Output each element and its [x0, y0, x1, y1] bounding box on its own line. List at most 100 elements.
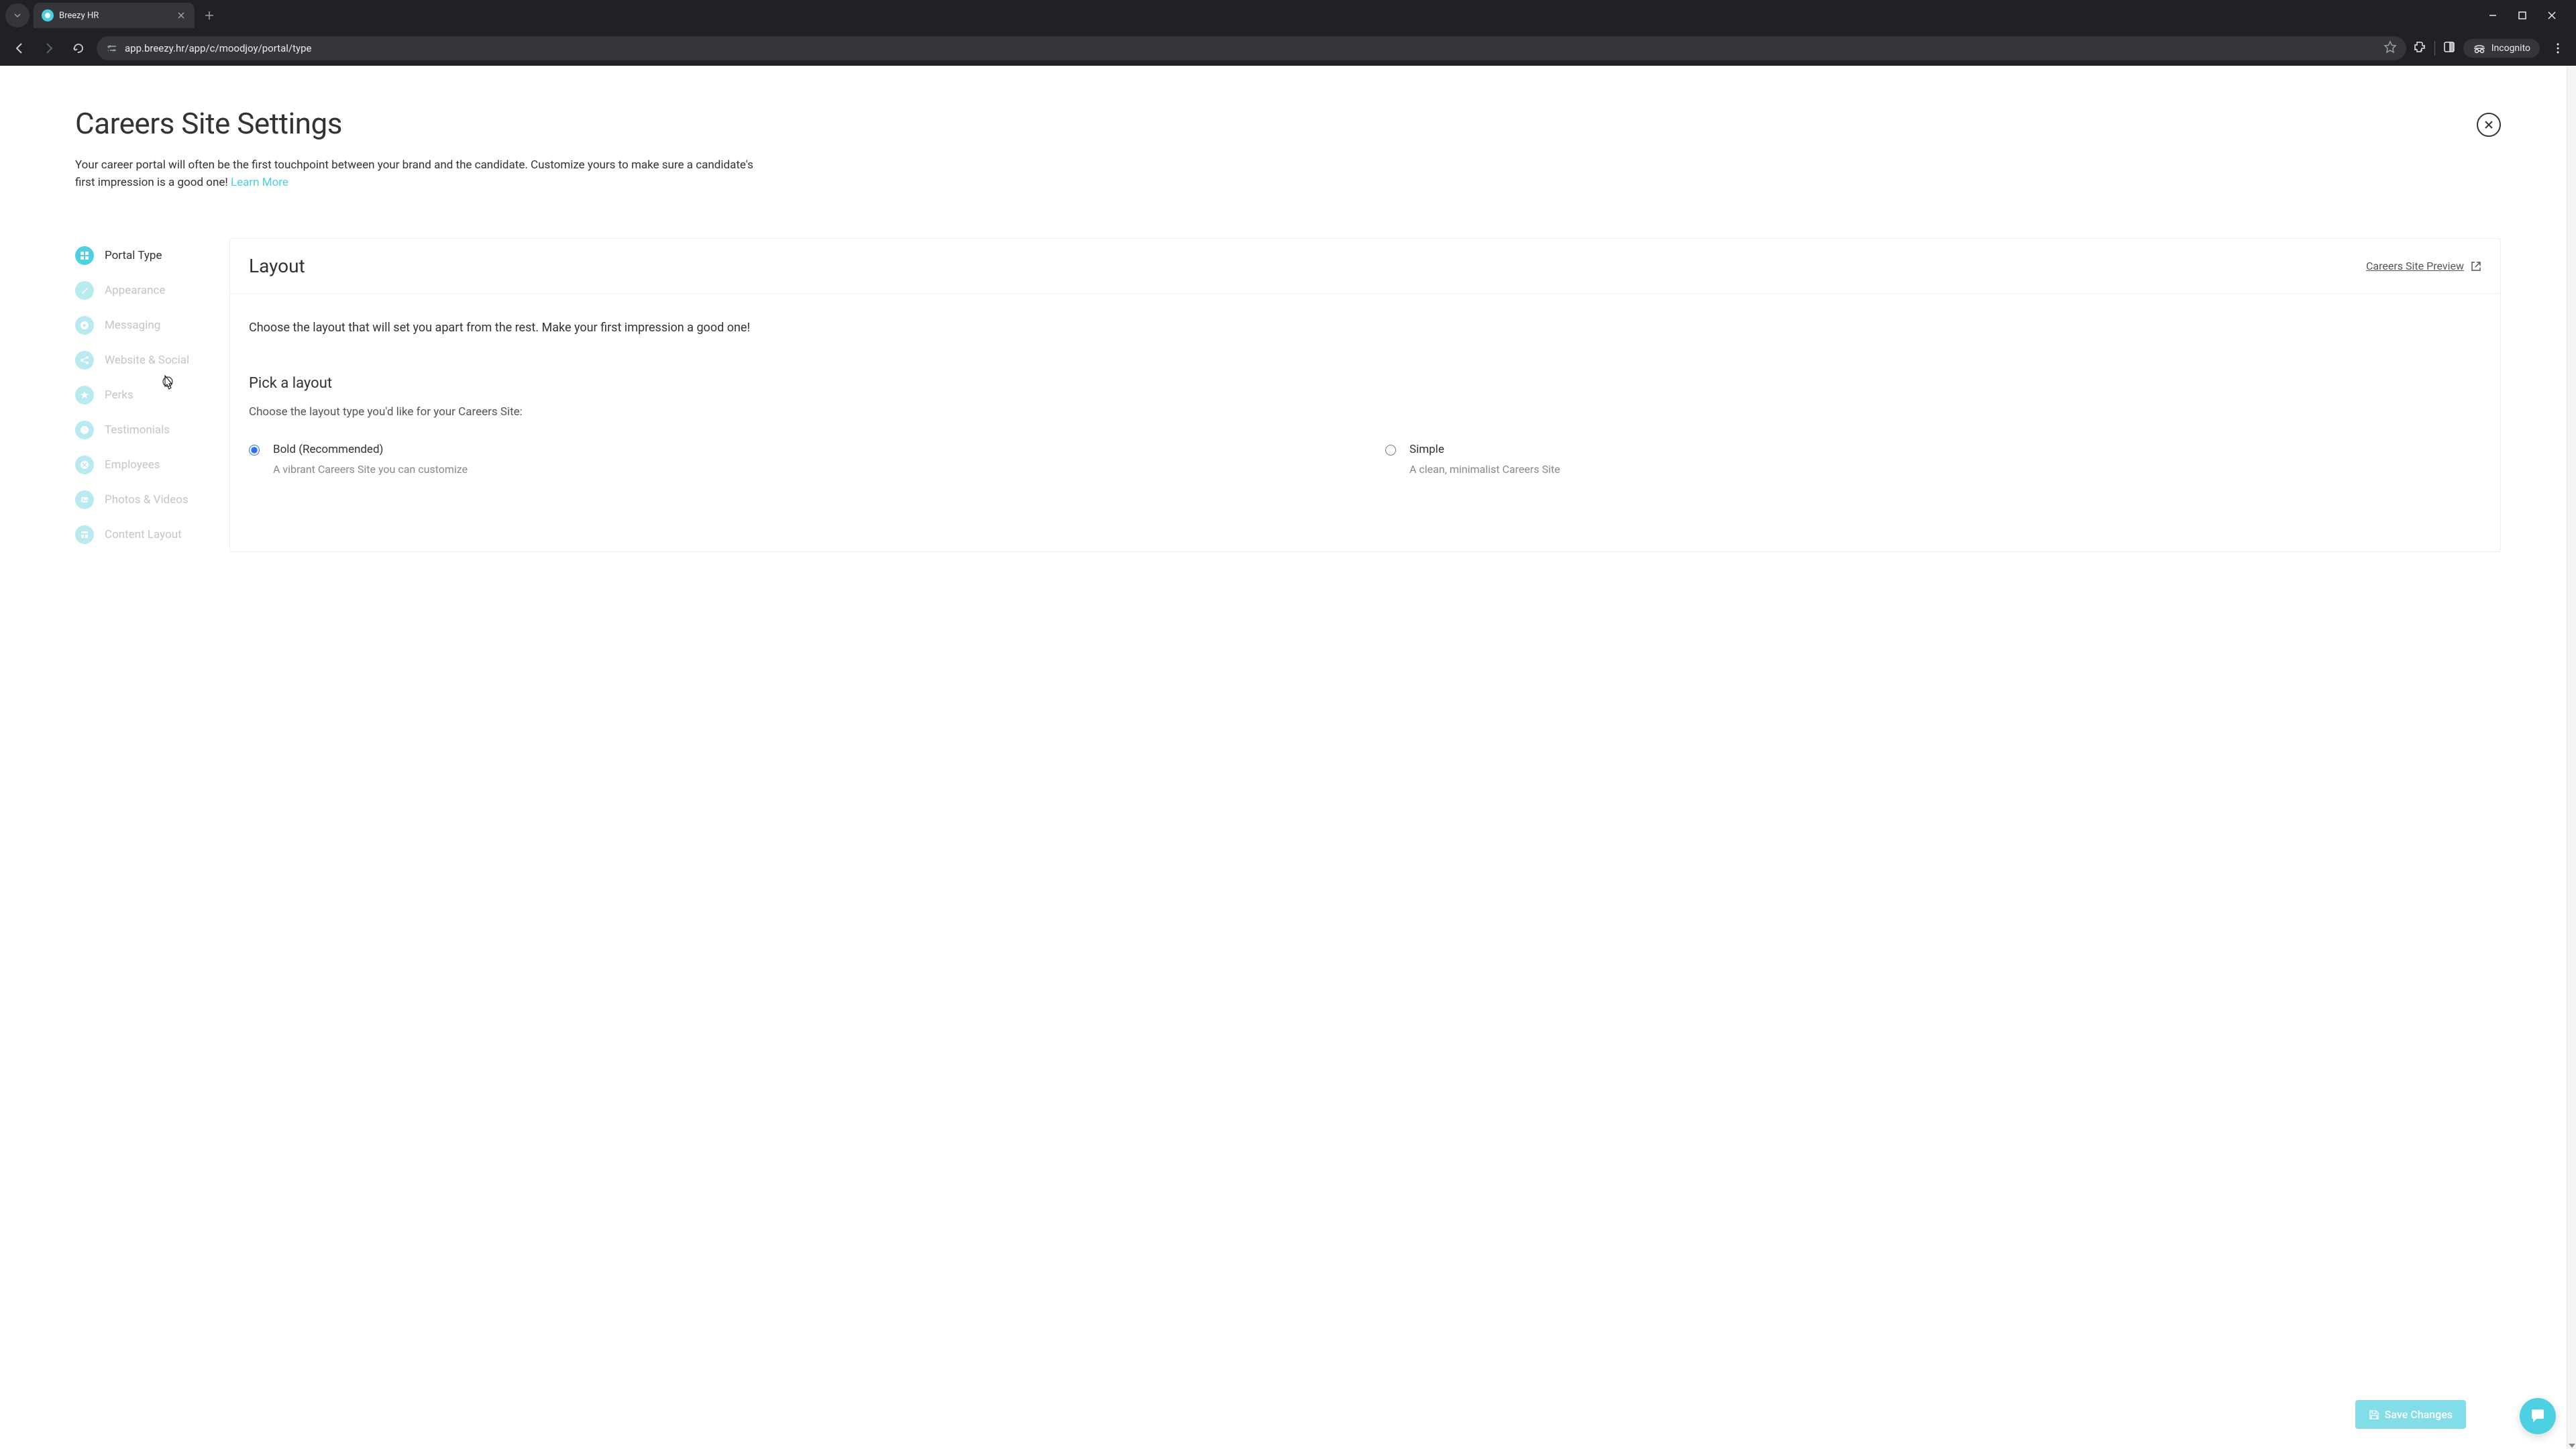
layout-icon: [75, 525, 94, 544]
nav-website-social[interactable]: Website & Social: [75, 343, 229, 378]
settings-container: Portal Type Appearance Messaging Website…: [75, 238, 2501, 552]
dots-vertical-icon: [2557, 43, 2559, 54]
nav-item-label: Appearance: [105, 284, 165, 297]
app-content: Careers Site Settings Your career portal…: [0, 66, 2576, 1449]
bookmark-button[interactable]: [2383, 40, 2397, 56]
panel-title: Layout: [249, 255, 305, 277]
new-tab-button[interactable]: [200, 6, 219, 25]
option-title: Bold (Recommended): [273, 443, 468, 456]
nav-employees[interactable]: Employees: [75, 447, 229, 482]
nav-item-label: Content Layout: [105, 528, 182, 541]
incognito-label: Incognito: [2491, 43, 2530, 54]
nav-item-label: Website & Social: [105, 354, 189, 367]
scroll-arrow-down-icon: [2569, 1444, 2575, 1448]
careers-site-preview-link[interactable]: Careers Site Preview: [2366, 260, 2481, 272]
browser-menu-button[interactable]: [2548, 38, 2568, 58]
tab-close-button[interactable]: [176, 10, 186, 21]
chevron-down-icon: [13, 11, 21, 19]
quote-icon: ": [75, 421, 94, 439]
chat-icon: [2528, 1407, 2547, 1426]
maximize-button[interactable]: [2514, 7, 2530, 23]
option-title: Simple: [1409, 443, 1560, 456]
nav-content-layout[interactable]: Content Layout: [75, 517, 229, 552]
url-text: app.breezy.hr/app/c/moodjoy/portal/type: [125, 42, 2377, 54]
option-desc: A clean, minimalist Careers Site: [1409, 463, 1560, 476]
save-label: Save Changes: [2385, 1408, 2453, 1421]
window-controls: [2485, 7, 2571, 23]
panel-description: Choose the layout that will set you apar…: [249, 321, 2481, 335]
option-desc: A vibrant Careers Site you can customize: [273, 463, 468, 476]
close-icon: [2547, 11, 2557, 20]
learn-more-link[interactable]: Learn More: [231, 176, 288, 189]
minimize-button[interactable]: [2485, 7, 2501, 23]
close-icon: [2484, 120, 2493, 129]
extensions-button[interactable]: [2413, 40, 2426, 56]
sidepanel-icon: [2443, 41, 2455, 53]
url-bar[interactable]: app.breezy.hr/app/c/moodjoy/portal/type: [97, 36, 2406, 60]
arrow-right-icon: [42, 42, 56, 55]
subtitle-text: Your career portal will often be the fir…: [75, 158, 753, 189]
plus-icon: [205, 11, 214, 20]
reload-icon: [72, 42, 85, 54]
nav-forward-button[interactable]: [38, 37, 60, 60]
page-title: Careers Site Settings: [75, 106, 2501, 141]
puzzle-icon: [2413, 40, 2426, 54]
grid-icon: [75, 246, 94, 265]
nav-appearance[interactable]: Appearance: [75, 273, 229, 308]
page-header: Careers Site Settings Your career portal…: [75, 106, 2501, 191]
close-settings-button[interactable]: [2477, 113, 2501, 137]
toolbar-right: Incognito: [2413, 38, 2568, 58]
chat-widget-button[interactable]: [2520, 1398, 2556, 1434]
incognito-badge[interactable]: Incognito: [2463, 39, 2540, 58]
main-panel: Layout Careers Site Preview Choose the l…: [229, 238, 2501, 552]
section-title: Pick a layout: [249, 375, 2481, 392]
settings-nav: Portal Type Appearance Messaging Website…: [75, 238, 229, 552]
brush-icon: [75, 281, 94, 300]
layout-option-bold[interactable]: Bold (Recommended) A vibrant Careers Sit…: [249, 443, 1345, 476]
page-scrollbar[interactable]: [2567, 66, 2576, 1449]
browser-chrome: Breezy HR: [0, 0, 2576, 66]
tab-bar: Breezy HR: [0, 0, 2576, 31]
radio-simple[interactable]: [1385, 445, 1396, 455]
browser-tab[interactable]: Breezy HR: [34, 3, 195, 28]
incognito-icon: [2473, 43, 2486, 54]
panel-body: Choose the layout that will set you apar…: [230, 294, 2500, 502]
nav-item-label: Messaging: [105, 319, 160, 332]
preview-link-label: Careers Site Preview: [2366, 260, 2464, 272]
layout-options: Bold (Recommended) A vibrant Careers Sit…: [249, 443, 2481, 476]
nav-back-button[interactable]: [8, 37, 31, 60]
nav-portal-type[interactable]: Portal Type: [75, 238, 229, 273]
nav-item-label: Employees: [105, 458, 160, 472]
nav-messaging[interactable]: Messaging: [75, 308, 229, 343]
site-settings-icon[interactable]: [106, 42, 118, 54]
minimize-icon: [2488, 11, 2498, 20]
image-icon: [75, 490, 94, 509]
panel-header: Layout Careers Site Preview: [230, 239, 2500, 294]
save-changes-button[interactable]: Save Changes: [2355, 1400, 2466, 1429]
nav-perks[interactable]: Perks: [75, 378, 229, 413]
window-close-button[interactable]: [2544, 7, 2560, 23]
nav-item-label: Portal Type: [105, 249, 162, 262]
maximize-icon: [2518, 11, 2526, 19]
close-icon: [178, 12, 184, 19]
star-icon: [75, 386, 94, 405]
page-subtitle: Your career portal will often be the fir…: [75, 157, 766, 191]
favicon-icon: [42, 9, 54, 21]
tab-search-dropdown[interactable]: [5, 3, 30, 28]
reload-button[interactable]: [67, 37, 90, 60]
address-bar-row: app.breezy.hr/app/c/moodjoy/portal/type …: [0, 31, 2576, 66]
toolbar-divider: [2434, 41, 2435, 56]
nav-item-label: Perks: [105, 388, 133, 402]
save-icon: [2369, 1409, 2379, 1420]
play-icon: [75, 316, 94, 335]
section-subtitle: Choose the layout type you'd like for yo…: [249, 405, 2481, 419]
side-panel-button[interactable]: [2443, 41, 2455, 56]
nav-photos-videos[interactable]: Photos & Videos: [75, 482, 229, 517]
radio-bold[interactable]: [249, 445, 260, 455]
tab-title: Breezy HR: [59, 11, 170, 21]
nav-testimonials[interactable]: " Testimonials: [75, 413, 229, 447]
employees-icon: [75, 455, 94, 474]
layout-option-simple[interactable]: Simple A clean, minimalist Careers Site: [1385, 443, 2481, 476]
star-icon: [2383, 40, 2397, 54]
nav-item-label: Photos & Videos: [105, 493, 189, 506]
